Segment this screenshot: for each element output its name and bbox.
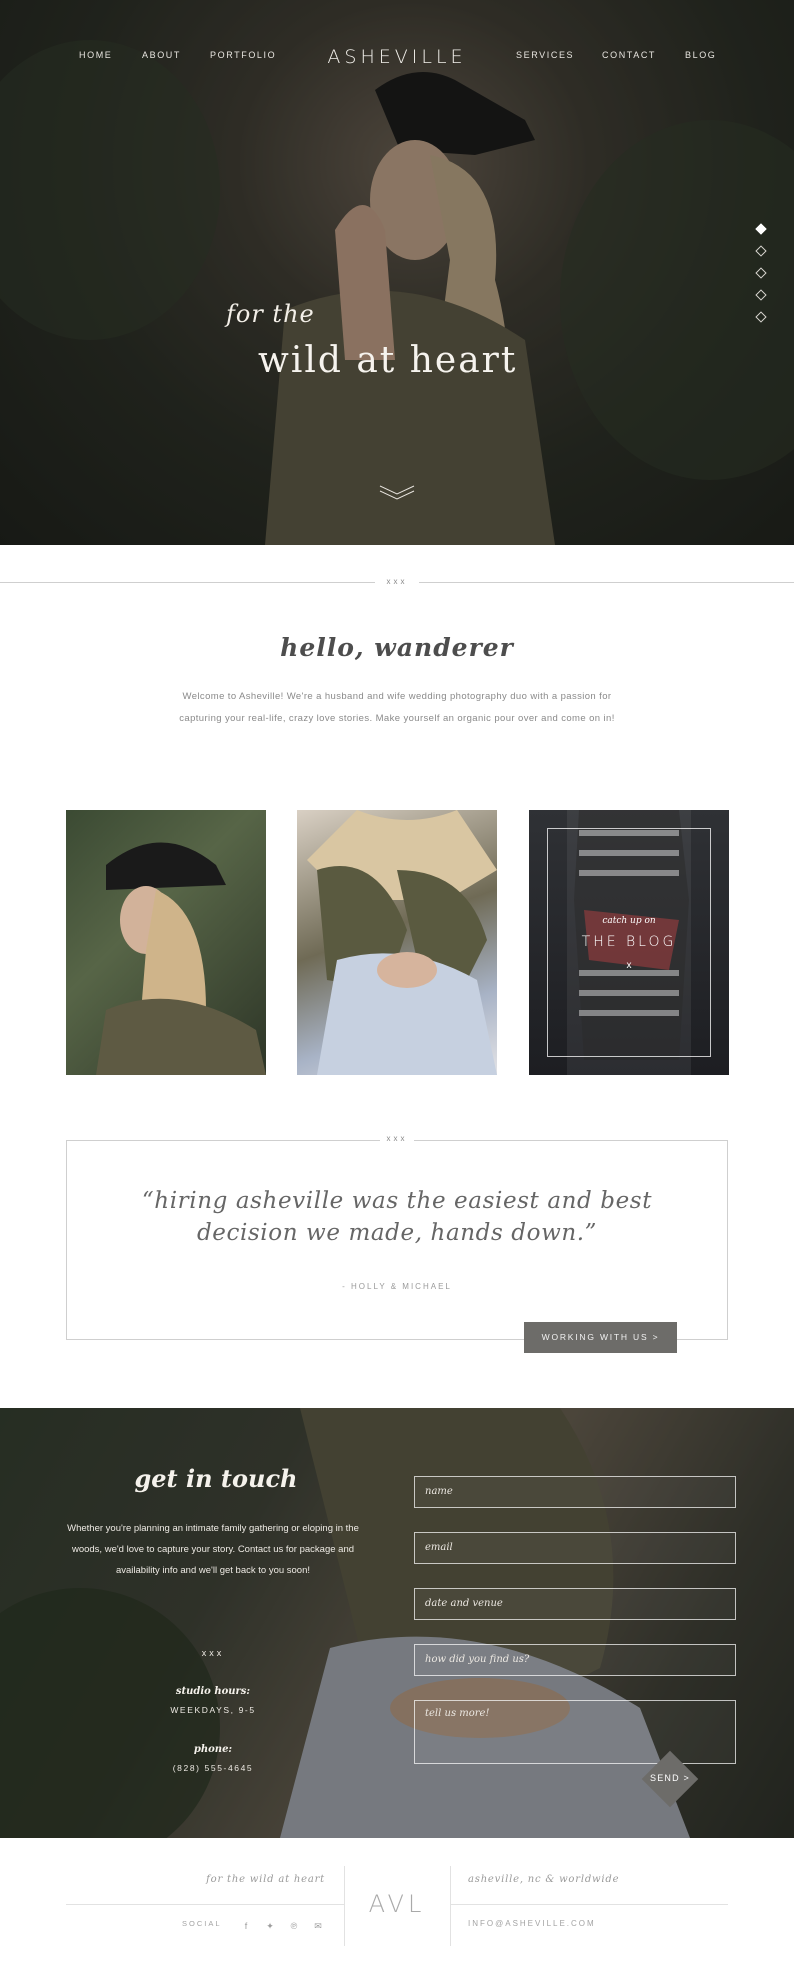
contact-text: Whether you're planning an intimate fami… bbox=[67, 1523, 359, 1576]
slide-dot[interactable] bbox=[755, 311, 767, 323]
slide-dot[interactable] bbox=[755, 267, 767, 279]
name-field[interactable]: name bbox=[414, 1476, 736, 1508]
footer-divider bbox=[450, 1866, 451, 1946]
site-logo[interactable]: ASHEVILLE bbox=[0, 46, 794, 68]
contact-heading: get in touch bbox=[134, 1464, 298, 1493]
studio-hours-label: studio hours: bbox=[175, 1686, 251, 1697]
phone-label: phone: bbox=[193, 1744, 233, 1755]
contact-mark: xxx bbox=[201, 1648, 225, 1658]
contact-section: get in touch Whether you're planning an … bbox=[0, 1408, 794, 1838]
studio-hours-value: WEEKDAYS, 9-5 bbox=[170, 1705, 256, 1715]
nav-contact[interactable]: CONTACT bbox=[602, 50, 656, 60]
footer: for the wild at heart AVL asheville, nc … bbox=[0, 1838, 794, 1969]
date-venue-field[interactable]: date and venue bbox=[414, 1588, 736, 1620]
social-icons: f ✦ ℗ ✉ bbox=[240, 1916, 336, 1931]
footer-logo[interactable]: AVL bbox=[344, 1890, 450, 1918]
intro-heading: hello, wanderer bbox=[280, 633, 514, 662]
referral-field[interactable]: how did you find us? bbox=[414, 1644, 736, 1676]
slide-dots bbox=[755, 223, 767, 335]
footer-line bbox=[450, 1904, 728, 1905]
blog-tile-kicker: catch up on bbox=[602, 916, 656, 926]
footer-email[interactable]: INFO@ASHEVILLE.COM bbox=[468, 1919, 596, 1928]
photo-tile-1[interactable] bbox=[66, 810, 266, 1075]
nav-blog[interactable]: BLOG bbox=[685, 50, 716, 60]
send-button[interactable]: SEND > bbox=[641, 1750, 699, 1808]
twitter-icon[interactable]: ✦ bbox=[264, 1921, 276, 1932]
footer-line bbox=[66, 1904, 344, 1905]
facebook-icon[interactable]: f bbox=[240, 1921, 252, 1931]
testimonial-author: - HOLLY & MICHAEL bbox=[342, 1282, 452, 1291]
chevron-down-icon[interactable] bbox=[378, 483, 416, 501]
hero-tagline-large: wild at heart bbox=[258, 340, 518, 381]
testimonial-mark: xxx bbox=[380, 1134, 414, 1146]
hero-overlay bbox=[0, 0, 794, 545]
divider-line bbox=[419, 582, 794, 583]
section-divider: xxx bbox=[0, 577, 794, 587]
send-button-label: SEND > bbox=[650, 1773, 690, 1783]
social-label: SOCIAL bbox=[182, 1919, 222, 1928]
email-field[interactable]: email bbox=[414, 1532, 736, 1564]
slide-dot[interactable] bbox=[755, 289, 767, 301]
main-nav: HOME ABOUT PORTFOLIO ASHEVILLE SERVICES … bbox=[0, 46, 794, 68]
pinterest-icon[interactable]: ℗ bbox=[288, 1921, 300, 1931]
phone-value: (828) 555-4645 bbox=[172, 1763, 254, 1773]
hero-section: HOME ABOUT PORTFOLIO ASHEVILLE SERVICES … bbox=[0, 0, 794, 545]
working-with-us-button[interactable]: WORKING WITH US > bbox=[524, 1322, 677, 1353]
footer-location: asheville, nc & worldwide bbox=[468, 1874, 620, 1885]
footer-tagline: for the wild at heart bbox=[206, 1874, 325, 1885]
slide-dot[interactable] bbox=[755, 245, 767, 257]
slide-dot[interactable] bbox=[755, 223, 767, 235]
hero-tagline-small: for the bbox=[226, 300, 315, 328]
testimonial-quote: “hiring asheville was the easiest and be… bbox=[141, 1188, 653, 1246]
email-icon[interactable]: ✉ bbox=[312, 1921, 324, 1932]
blog-tile[interactable]: catch up on THE BLOG x bbox=[529, 810, 729, 1075]
intro-text: Welcome to Asheville! We're a husband an… bbox=[179, 691, 615, 724]
nav-services[interactable]: SERVICES bbox=[516, 50, 574, 60]
blog-tile-title: THE BLOG bbox=[581, 934, 677, 950]
blog-tile-mark: x bbox=[626, 960, 632, 971]
photo-tile-2[interactable] bbox=[297, 810, 497, 1075]
